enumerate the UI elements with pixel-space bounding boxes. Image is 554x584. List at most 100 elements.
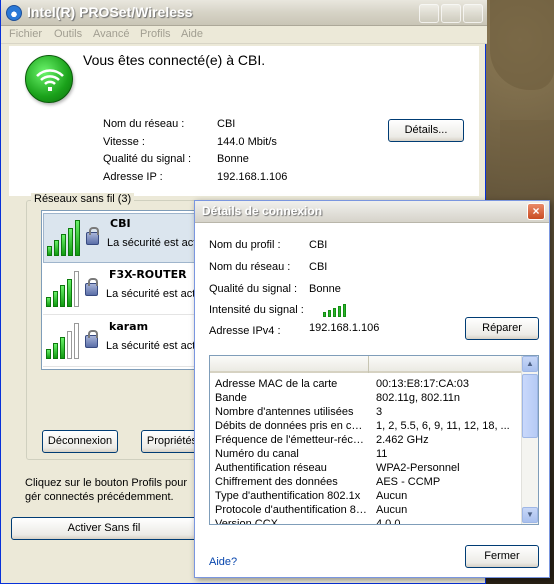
- network-item-karam[interactable]: karam La sécurité est acti: [43, 317, 210, 367]
- menu-profils[interactable]: Profils: [140, 28, 171, 40]
- minimize-button[interactable]: [419, 4, 439, 23]
- details-row[interactable]: Version CCX 4.0.0: [210, 517, 522, 525]
- signal-strength-icon: [323, 303, 353, 317]
- profile-name-value: CBI: [309, 239, 328, 251]
- details-row-value: 1, 2, 5.5, 6, 9, 11, 12, 18, ...: [376, 420, 510, 432]
- details-row[interactable]: Chiffrement des données AES - CCMP: [210, 475, 522, 489]
- ip-address-label: Adresse IP :: [103, 171, 163, 183]
- dialog-signal-quality-label: Qualité du signal :: [209, 283, 298, 295]
- speed-label: Vitesse :: [103, 136, 145, 148]
- dialog-network-name-label: Nom du réseau :: [209, 261, 291, 273]
- details-list[interactable]: Adresse MAC de la carte 00:13:E8:17:CA:03…: [209, 355, 539, 525]
- close-button[interactable]: [463, 4, 483, 23]
- activate-wireless-button[interactable]: Activer Sans fil: [11, 517, 197, 540]
- details-row-key: Numéro du canal: [215, 448, 299, 460]
- network-security: La sécurité est acti: [106, 340, 198, 352]
- dialog-title: Détails de connexion: [202, 204, 323, 218]
- scroll-down-icon[interactable]: ▼: [522, 507, 538, 523]
- signal-quality-value: Bonne: [217, 153, 249, 165]
- network-security: La sécurité est acti: [107, 237, 199, 249]
- details-row-key: Type d'authentification 802.1x: [215, 490, 361, 502]
- wifi-status-icon: [25, 55, 73, 103]
- details-row[interactable]: Débits de données pris en cha... 1, 2, 5.…: [210, 419, 522, 433]
- signal-quality-label: Qualité du signal :: [103, 153, 192, 165]
- dialog-title-bar[interactable]: Détails de connexion ×: [195, 201, 549, 223]
- details-row-key: Authentification réseau: [215, 462, 327, 474]
- window-title: Intel(R) PROSet/Wireless: [27, 4, 193, 20]
- lock-icon: [86, 227, 99, 245]
- menu-avance[interactable]: Avancé: [93, 28, 130, 40]
- close-dialog-button[interactable]: Fermer: [465, 545, 539, 568]
- details-list-header: [210, 356, 522, 373]
- details-row-key: Protocole d'authentification 80...: [215, 504, 367, 516]
- details-row-value: 00:13:E8:17:CA:03: [376, 378, 469, 390]
- profiles-hint: Cliquez sur le bouton Profils pour gér c…: [25, 477, 188, 503]
- menu-fichier[interactable]: Fichier: [9, 28, 42, 40]
- speed-value: 144.0 Mbit/s: [217, 136, 277, 148]
- lock-icon: [85, 330, 98, 348]
- network-ssid: F3X-ROUTER: [109, 268, 187, 281]
- networks-group-label: Réseaux sans fil (3): [31, 193, 135, 205]
- network-item-cbi[interactable]: CBI La sécurité est acti: [43, 213, 210, 263]
- signal-strength-label: Intensité du signal :: [209, 304, 304, 316]
- ip-address-value: 192.168.1.106: [217, 171, 288, 183]
- network-security: La sécurité est acti: [106, 288, 198, 300]
- network-item-f3x-router[interactable]: F3X-ROUTER La sécurité est acti: [43, 265, 210, 315]
- details-row-key: Fréquence de l'émetteur-récep...: [215, 434, 367, 446]
- dialog-network-name-value: CBI: [309, 261, 328, 273]
- network-ssid: CBI: [110, 217, 131, 230]
- details-row[interactable]: Fréquence de l'émetteur-récep... 2.462 GH…: [210, 433, 522, 447]
- desktop-decoration: [500, 120, 554, 180]
- disconnect-button[interactable]: Déconnexion: [42, 430, 118, 453]
- details-row-value: 4.0.0: [376, 518, 401, 525]
- menu-bar: Fichier Outils Avancé Profils Aide: [1, 26, 487, 44]
- menu-outils[interactable]: Outils: [54, 28, 82, 40]
- details-row[interactable]: Protocole d'authentification 80... Aucun: [210, 503, 522, 517]
- app-icon: [6, 5, 22, 21]
- details-row-value: AES - CCMP: [376, 476, 441, 488]
- lock-icon: [85, 278, 98, 296]
- details-button[interactable]: Détails...: [388, 119, 464, 142]
- details-row-value: WPA2-Personnel: [376, 462, 460, 474]
- signal-bars-icon: [46, 321, 90, 359]
- maximize-button[interactable]: [441, 4, 461, 23]
- network-name-value: CBI: [217, 118, 236, 130]
- details-row-key: Chiffrement des données: [215, 476, 338, 488]
- details-row-key: Version CCX: [215, 518, 278, 525]
- details-row[interactable]: Numéro du canal 11: [210, 447, 522, 461]
- details-row-key: Bande: [215, 392, 247, 404]
- details-row-value: 3: [376, 406, 383, 418]
- details-row[interactable]: Authentification réseau WPA2-Personnel: [210, 461, 522, 475]
- details-row-key: Adresse MAC de la carte: [215, 378, 338, 390]
- details-row[interactable]: Type d'authentification 802.1x Aucun: [210, 489, 522, 503]
- ipv4-value: 192.168.1.106: [309, 322, 380, 334]
- signal-bars-icon: [46, 269, 90, 307]
- profile-name-label: Nom du profil :: [209, 239, 281, 251]
- scroll-thumb[interactable]: [522, 374, 538, 438]
- details-scrollbar[interactable]: ▲ ▼: [521, 356, 538, 524]
- close-icon[interactable]: ×: [527, 203, 545, 220]
- ipv4-label: Adresse IPv4 :: [209, 325, 281, 337]
- menu-aide[interactable]: Aide: [181, 28, 203, 40]
- details-row-key: Débits de données pris en cha...: [215, 420, 367, 432]
- connection-status-message: Vous êtes connecté(e) à CBI.: [83, 52, 266, 68]
- connection-details-dialog: Détails de connexion × Nom du profil : C…: [194, 200, 550, 578]
- details-row[interactable]: Nombre d'antennes utilisées 3: [210, 405, 522, 419]
- desktop-decoration: [490, 0, 554, 90]
- details-row-value: 11: [376, 448, 388, 460]
- details-row-value: 802.11g, 802.11n: [376, 392, 461, 404]
- network-ssid: karam: [109, 320, 149, 333]
- details-row[interactable]: Adresse MAC de la carte 00:13:E8:17:CA:03: [210, 377, 522, 391]
- details-row-value: 2.462 GHz: [376, 434, 429, 446]
- network-list[interactable]: CBI La sécurité est acti F3X-ROUTER La s…: [41, 210, 211, 370]
- details-row-value: Aucun: [376, 490, 408, 502]
- network-name-label: Nom du réseau :: [103, 118, 185, 130]
- repair-button[interactable]: Réparer: [465, 317, 539, 340]
- dialog-signal-quality-value: Bonne: [309, 283, 341, 295]
- details-row-value: Aucun: [376, 504, 408, 516]
- details-row[interactable]: Bande 802.11g, 802.11n: [210, 391, 522, 405]
- title-bar[interactable]: Intel(R) PROSet/Wireless: [1, 0, 487, 26]
- details-row-key: Nombre d'antennes utilisées: [215, 406, 354, 418]
- scroll-up-icon[interactable]: ▲: [522, 356, 538, 372]
- help-link[interactable]: Aide?: [209, 556, 237, 568]
